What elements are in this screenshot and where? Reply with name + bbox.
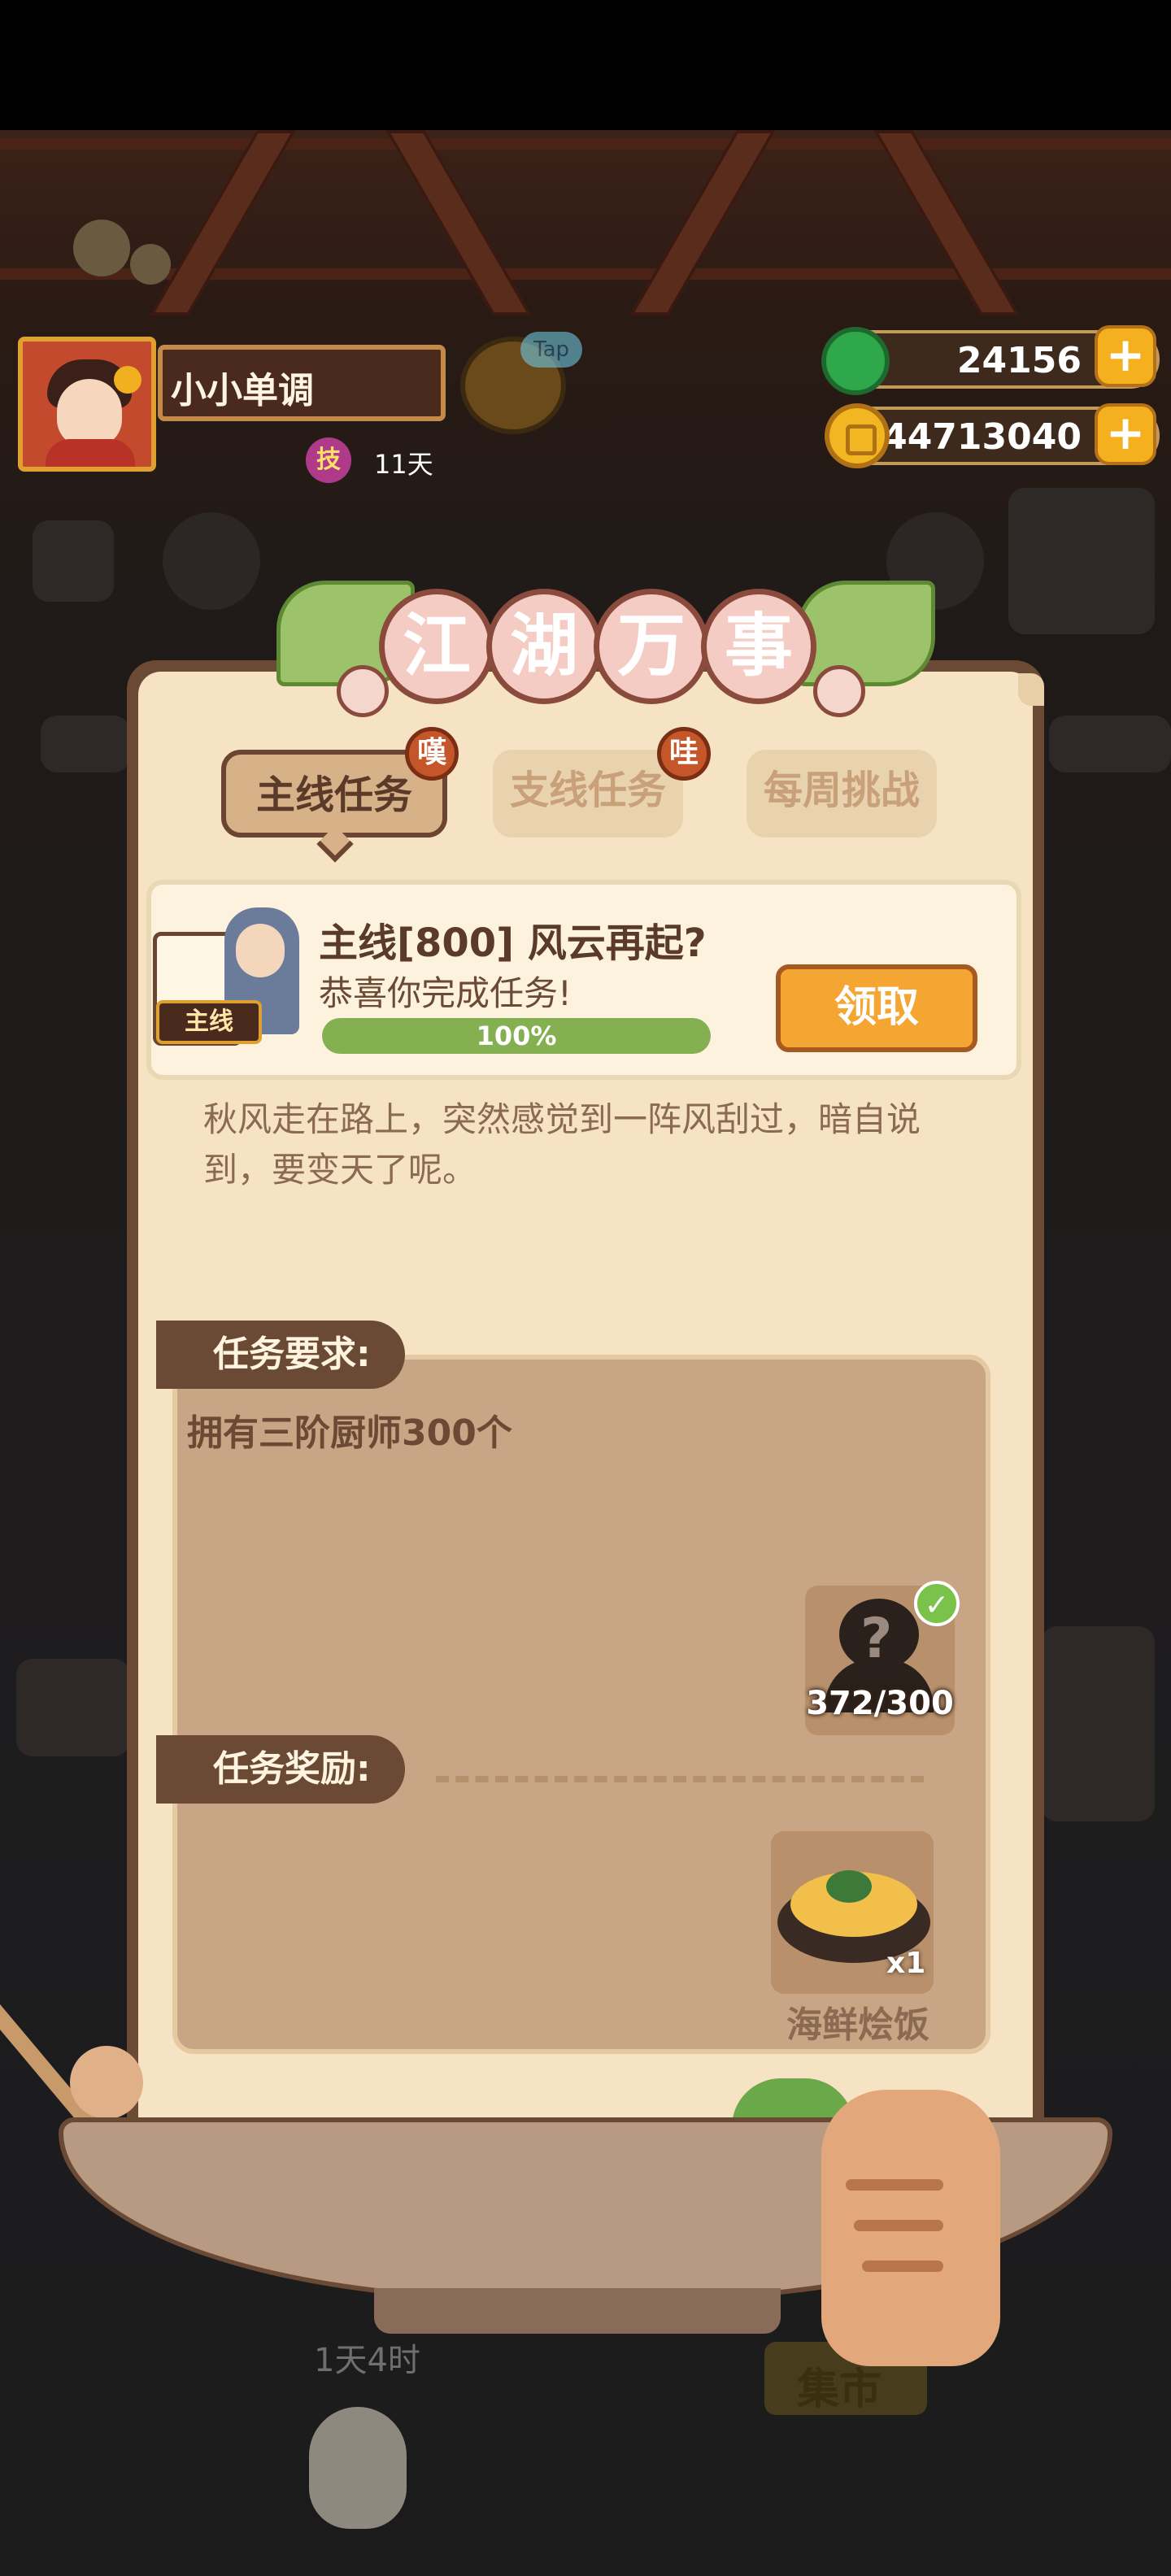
unknown-mark: ? [860, 1607, 893, 1671]
player-name: 小小单调 [171, 370, 314, 411]
chick-decoration [130, 244, 171, 285]
title-char: 湖 [486, 589, 602, 704]
background-food [16, 1659, 130, 1756]
tab-badge-side: 哇 [657, 727, 711, 781]
task-description: 秋风走在路上，突然感觉到一阵风刮过，暗自说到，要变天了呢。 [203, 1099, 921, 1190]
title-char: 江 [379, 589, 494, 704]
days-count: 11天 [374, 449, 433, 480]
bottom-timer: 1天4时 [314, 2342, 420, 2379]
requirement-label: 任务要求: [156, 1321, 405, 1389]
tab-side-quest[interactable]: 支线任务 [493, 750, 683, 838]
fishcake-decoration [813, 665, 865, 717]
tab-badge-main: 嘆 [405, 727, 459, 781]
roof-beam [0, 138, 1171, 150]
task-title: 主线[800] 风云再起? [319, 920, 707, 966]
title-char: 事 [701, 589, 816, 704]
reward-label: 任务奖励: [156, 1735, 405, 1804]
divider [436, 1776, 924, 1782]
add-coins-button[interactable]: + [1095, 403, 1156, 465]
reward-name: 海鲜烩饭 [786, 2004, 929, 2046]
skill-icon[interactable]: 技 [306, 437, 351, 483]
coin-icon [825, 403, 890, 468]
title-char: 万 [594, 589, 709, 704]
background-button [163, 512, 260, 610]
requirement-count: 372/300 [806, 1685, 954, 1722]
progress-label: 100% [476, 1020, 557, 1051]
game-screen: 集市 1天4时 小小单调 技 11天 Tap 24156 + 44713040 … [0, 0, 1171, 2576]
collapse-arrow-icon [33, 520, 114, 602]
fishcake-decoration [337, 665, 389, 717]
task-type-tag: 主线 [156, 1000, 262, 1044]
gem-value: 24156 [956, 340, 1082, 381]
level-badge-icon [114, 366, 141, 394]
gem-icon [821, 327, 890, 395]
page-curl [1018, 673, 1044, 706]
bowl-base [374, 2288, 781, 2334]
coin-value: 44713040 [882, 416, 1082, 458]
claim-button[interactable]: 领取 [776, 964, 977, 1052]
task-character-icon: 主线 [150, 899, 304, 1051]
reward-quantity: x1 [886, 1947, 926, 1980]
tab-weekly-challenge[interactable]: 每周挑战 [747, 750, 937, 838]
gift-pack-icon [1008, 488, 1155, 634]
player-avatar[interactable] [18, 337, 156, 472]
background-shelf [41, 716, 130, 772]
background-shelf [1049, 716, 1171, 772]
task-progress-bar: 100% [322, 1018, 711, 1054]
tap-hint: Tap [520, 332, 582, 368]
requirement-text: 拥有三阶厨师300个 [187, 1412, 512, 1454]
chick-decoration [73, 220, 130, 276]
player-name-plate[interactable]: 小小单调 [158, 345, 446, 421]
task-status: 恭喜你完成任务! [319, 973, 572, 1013]
check-icon: ✓ [914, 1581, 960, 1626]
duck-decoration [309, 2407, 407, 2529]
add-gems-button[interactable]: + [1095, 325, 1156, 387]
meatball-decoration [70, 2046, 143, 2119]
background-food [1041, 1626, 1155, 1821]
cabbage-leaf-right [797, 581, 935, 686]
